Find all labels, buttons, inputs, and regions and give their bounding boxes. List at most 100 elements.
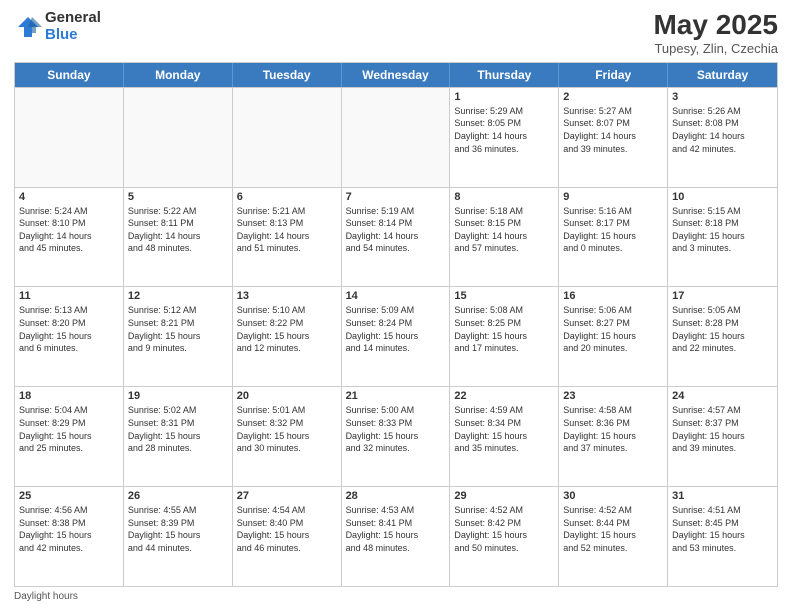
calendar-cell: 23Sunrise: 4:58 AM Sunset: 8:36 PM Dayli… [559,387,668,486]
calendar-row: 18 Sunrise: 5:04 AM Sunset: 8:29 PM Dayli… [15,386,777,486]
day-number: 28 [346,490,446,502]
day-number: 14 [346,290,446,302]
day-number: 17 [672,290,773,302]
calendar-cell [124,88,233,187]
day-info: Sunrise: 5:04 AM Sunset: 8:29 PM Dayligh… [19,404,119,454]
day-number: 12 [128,290,228,302]
day-info: Sunrise: 5:22 AM Sunset: 8:11 PM Dayligh… [128,205,228,255]
calendar-cell: 24 Sunrise: 4:57 AM Sunset: 8:37 PM Dayli… [668,387,777,486]
day-number: 9 [563,191,663,203]
calendar-body: 1Sunrise: 5:29 AM Sunset: 8:05 PM Daylig… [15,87,777,586]
day-info: Sunrise: 5:12 AM Sunset: 8:21 PM Dayligh… [128,304,228,354]
day-info: Sunrise: 4:51 AM Sunset: 8:45 PM Dayligh… [672,504,773,554]
calendar-cell: 17 Sunrise: 5:05 AM Sunset: 8:28 PM Dayli… [668,287,777,386]
day-info: Sunrise: 5:21 AM Sunset: 8:13 PM Dayligh… [237,205,337,255]
calendar-row: 4Sunrise: 5:24 AM Sunset: 8:10 PM Daylig… [15,187,777,287]
logo-blue: Blue [45,27,101,44]
day-number: 10 [672,191,773,203]
day-header: Tuesday [233,63,342,87]
calendar-row: 11 Sunrise: 5:13 AM Sunset: 8:20 PM Dayli… [15,286,777,386]
day-info: Sunrise: 5:09 AM Sunset: 8:24 PM Dayligh… [346,304,446,354]
day-number: 29 [454,490,554,502]
calendar-cell: 30 Sunrise: 4:52 AM Sunset: 8:44 PM Dayli… [559,487,668,586]
day-info: Sunrise: 5:18 AM Sunset: 8:15 PM Dayligh… [454,205,554,255]
day-number: 30 [563,490,663,502]
calendar-cell: 15 Sunrise: 5:08 AM Sunset: 8:25 PM Dayli… [450,287,559,386]
calendar-cell: 31 Sunrise: 4:51 AM Sunset: 8:45 PM Dayli… [668,487,777,586]
day-info: Sunrise: 4:52 AM Sunset: 8:42 PM Dayligh… [454,504,554,554]
day-info: Sunrise: 5:24 AM Sunset: 8:10 PM Dayligh… [19,205,119,255]
day-info: Sunrise: 5:16 AM Sunset: 8:17 PM Dayligh… [563,205,663,255]
day-info: Sunrise: 4:53 AM Sunset: 8:41 PM Dayligh… [346,504,446,554]
day-header: Wednesday [342,63,451,87]
calendar-cell: 29 Sunrise: 4:52 AM Sunset: 8:42 PM Dayli… [450,487,559,586]
calendar-header: SundayMondayTuesdayWednesdayThursdayFrid… [15,63,777,87]
day-info: Sunrise: 4:52 AM Sunset: 8:44 PM Dayligh… [563,504,663,554]
calendar-cell [233,88,342,187]
calendar-cell: 22 Sunrise: 4:59 AM Sunset: 8:34 PM Dayli… [450,387,559,486]
day-header: Monday [124,63,233,87]
title-block: May 2025 Tupesy, Zlin, Czechia [653,10,778,56]
logo-icon [14,13,42,41]
day-number: 26 [128,490,228,502]
day-info: Sunrise: 4:59 AM Sunset: 8:34 PM Dayligh… [454,404,554,454]
calendar-cell: 4Sunrise: 5:24 AM Sunset: 8:10 PM Daylig… [15,188,124,287]
day-info: Sunrise: 5:26 AM Sunset: 8:08 PM Dayligh… [672,105,773,155]
footer-note: Daylight hours [14,591,778,602]
day-number: 27 [237,490,337,502]
day-info: Sunrise: 5:13 AM Sunset: 8:20 PM Dayligh… [19,304,119,354]
calendar-cell: 2Sunrise: 5:27 AM Sunset: 8:07 PM Daylig… [559,88,668,187]
logo-general: General [45,10,101,27]
day-number: 20 [237,390,337,402]
day-number: 11 [19,290,119,302]
day-info: Sunrise: 5:05 AM Sunset: 8:28 PM Dayligh… [672,304,773,354]
calendar-cell: 14 Sunrise: 5:09 AM Sunset: 8:24 PM Dayli… [342,287,451,386]
month-title: May 2025 [653,10,778,41]
day-number: 3 [672,91,773,103]
day-number: 8 [454,191,554,203]
day-info: Sunrise: 4:55 AM Sunset: 8:39 PM Dayligh… [128,504,228,554]
calendar-cell: 10Sunrise: 5:15 AM Sunset: 8:18 PM Dayli… [668,188,777,287]
calendar-cell: 25 Sunrise: 4:56 AM Sunset: 8:38 PM Dayli… [15,487,124,586]
calendar-cell: 8 Sunrise: 5:18 AM Sunset: 8:15 PM Daylig… [450,188,559,287]
day-number: 7 [346,191,446,203]
calendar-cell: 13Sunrise: 5:10 AM Sunset: 8:22 PM Dayli… [233,287,342,386]
calendar: SundayMondayTuesdayWednesdayThursdayFrid… [14,62,778,587]
header: General Blue May 2025 Tupesy, Zlin, Czec… [14,10,778,56]
calendar-row: 1Sunrise: 5:29 AM Sunset: 8:05 PM Daylig… [15,87,777,187]
day-info: Sunrise: 5:19 AM Sunset: 8:14 PM Dayligh… [346,205,446,255]
day-number: 18 [19,390,119,402]
calendar-cell: 27 Sunrise: 4:54 AM Sunset: 8:40 PM Dayli… [233,487,342,586]
calendar-cell: 3 Sunrise: 5:26 AM Sunset: 8:08 PM Daylig… [668,88,777,187]
calendar-cell: 9 Sunrise: 5:16 AM Sunset: 8:17 PM Daylig… [559,188,668,287]
calendar-cell: 16Sunrise: 5:06 AM Sunset: 8:27 PM Dayli… [559,287,668,386]
day-info: Sunrise: 5:00 AM Sunset: 8:33 PM Dayligh… [346,404,446,454]
day-number: 22 [454,390,554,402]
calendar-cell: 7 Sunrise: 5:19 AM Sunset: 8:14 PM Daylig… [342,188,451,287]
logo: General Blue [14,10,101,43]
calendar-cell: 12 Sunrise: 5:12 AM Sunset: 8:21 PM Dayli… [124,287,233,386]
day-number: 6 [237,191,337,203]
day-info: Sunrise: 4:54 AM Sunset: 8:40 PM Dayligh… [237,504,337,554]
day-number: 5 [128,191,228,203]
page: General Blue May 2025 Tupesy, Zlin, Czec… [0,0,792,612]
day-info: Sunrise: 5:27 AM Sunset: 8:07 PM Dayligh… [563,105,663,155]
calendar-cell: 19 Sunrise: 5:02 AM Sunset: 8:31 PM Dayli… [124,387,233,486]
calendar-cell [342,88,451,187]
day-info: Sunrise: 4:56 AM Sunset: 8:38 PM Dayligh… [19,504,119,554]
day-number: 31 [672,490,773,502]
day-info: Sunrise: 5:01 AM Sunset: 8:32 PM Dayligh… [237,404,337,454]
calendar-cell [15,88,124,187]
day-number: 24 [672,390,773,402]
day-info: Sunrise: 5:06 AM Sunset: 8:27 PM Dayligh… [563,304,663,354]
day-info: Sunrise: 4:57 AM Sunset: 8:37 PM Dayligh… [672,404,773,454]
calendar-cell: 21Sunrise: 5:00 AM Sunset: 8:33 PM Dayli… [342,387,451,486]
day-info: Sunrise: 5:08 AM Sunset: 8:25 PM Dayligh… [454,304,554,354]
day-info: Sunrise: 5:02 AM Sunset: 8:31 PM Dayligh… [128,404,228,454]
day-number: 15 [454,290,554,302]
day-number: 13 [237,290,337,302]
day-number: 19 [128,390,228,402]
day-info: Sunrise: 5:29 AM Sunset: 8:05 PM Dayligh… [454,105,554,155]
day-header: Saturday [668,63,777,87]
day-number: 25 [19,490,119,502]
